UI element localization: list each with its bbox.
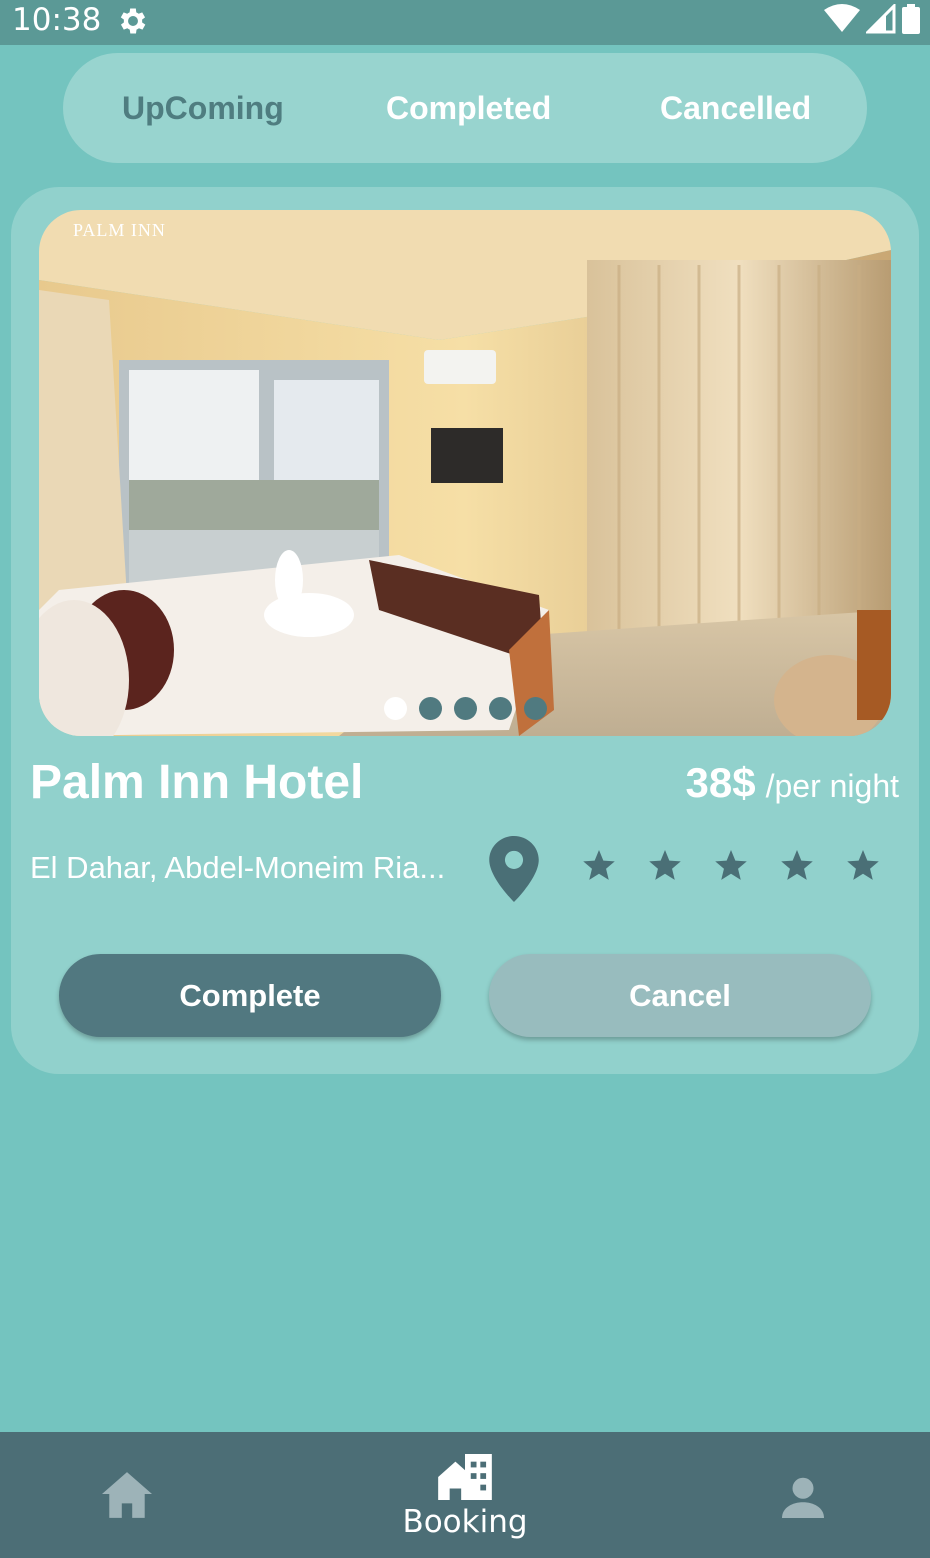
carousel-dot[interactable] [419, 697, 442, 720]
status-icons [824, 4, 920, 34]
complete-button[interactable]: Complete [59, 954, 441, 1037]
price-value: 38$ [685, 759, 756, 806]
hotel-name: Palm Inn Hotel [30, 756, 364, 809]
status-bar: 10:38 [0, 0, 930, 45]
battery-icon [902, 4, 920, 34]
hotel-address: El Dahar, Abdel-Moneim Ria... [30, 850, 446, 885]
carousel-dot[interactable] [489, 697, 512, 720]
carousel-dot[interactable] [384, 697, 407, 720]
star-icon [847, 850, 879, 880]
home-icon[interactable] [102, 1472, 152, 1518]
booking-status-tabs: UpComing Completed Cancelled [63, 53, 867, 163]
wifi-icon [824, 4, 860, 32]
profile-icon[interactable] [782, 1476, 824, 1518]
carousel-dot[interactable] [524, 697, 547, 720]
hotel-room-photo [39, 210, 891, 736]
star-icon [583, 850, 615, 880]
nav-booking-label: Booking [402, 1504, 528, 1540]
hotel-photo-carousel[interactable]: PALM INN [39, 210, 891, 736]
star-icon [715, 850, 747, 880]
carousel-dot[interactable] [454, 697, 477, 720]
tab-cancelled[interactable]: Cancelled [660, 53, 811, 163]
cancel-button[interactable]: Cancel [489, 954, 871, 1037]
tab-upcoming[interactable]: UpComing [122, 53, 284, 163]
price-unit: /per night [765, 768, 899, 804]
tab-completed[interactable]: Completed [386, 53, 551, 163]
price: 38$/per night [686, 759, 900, 807]
star-icon [649, 850, 681, 880]
signal-icon [866, 4, 896, 34]
booking-card: PALM INN Palm Inn Hotel 38$/per night El… [11, 187, 919, 1074]
carousel-indicator [384, 697, 547, 720]
bottom-navigation: Booking [0, 1432, 930, 1558]
hotel-logo: PALM INN [73, 220, 166, 240]
gear-icon [120, 8, 146, 34]
status-time: 10:38 [12, 2, 102, 38]
nav-booking[interactable]: Booking [380, 1432, 550, 1558]
location-pin-icon[interactable] [489, 836, 539, 902]
booking-icon [438, 1454, 492, 1500]
star-icon [781, 850, 813, 880]
rating-stars [581, 847, 881, 883]
